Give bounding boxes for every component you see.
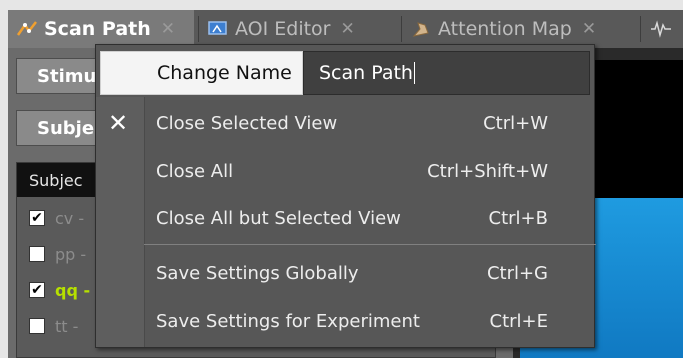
menu-item-shortcut: Ctrl+W: [483, 112, 548, 134]
app-window: Scan Path ✕ AOI Editor ✕ Attention Map ✕: [0, 0, 683, 358]
waveform-icon: [650, 19, 672, 39]
tab-label: Scan Path: [44, 18, 151, 40]
tab-scan-path[interactable]: Scan Path ✕: [8, 10, 194, 48]
checkbox[interactable]: ✔: [29, 210, 45, 226]
view-name-value: Scan Path: [319, 62, 413, 84]
menu-item-label: Close Selected View: [156, 112, 338, 134]
tab-aoi-editor[interactable]: AOI Editor ✕: [199, 10, 399, 48]
menu-item-close-all-but-selected[interactable]: Close All but Selected View Ctrl+B: [144, 196, 592, 240]
menu-separator: [144, 244, 596, 245]
tab-divider: [640, 16, 641, 42]
list-item[interactable]: tt -: [29, 311, 78, 341]
attention-map-icon: [410, 19, 432, 39]
checkbox[interactable]: [29, 318, 45, 334]
menu-item-label: Save Settings Globally: [156, 262, 359, 284]
close-icon[interactable]: ✕: [161, 19, 175, 39]
menu-item-label: Save Settings for Experiment: [156, 310, 420, 332]
menu-item-save-settings-globally[interactable]: Save Settings Globally Ctrl+G: [144, 251, 592, 295]
close-icon[interactable]: ✕: [341, 19, 355, 39]
subject-name: tt -: [55, 316, 79, 336]
subjects-label: Subje: [37, 117, 95, 139]
text-caret: [413, 62, 415, 84]
checkbox[interactable]: [29, 246, 45, 262]
change-name-label: Change Name: [100, 51, 303, 95]
menu-item-save-settings-experiment[interactable]: Save Settings for Experiment Ctrl+E: [144, 299, 592, 343]
tab-label: Attention Map: [438, 18, 572, 40]
menu-item-close-all[interactable]: Close All Ctrl+Shift+W: [144, 149, 592, 193]
tab-context-menu: Change Name Scan Path ✕ Close Selected V…: [95, 44, 596, 348]
menu-item-shortcut: Ctrl+G: [486, 262, 548, 284]
change-name-text: Change Name: [157, 62, 292, 84]
view-name-input[interactable]: Scan Path: [303, 51, 590, 95]
change-name-row: Change Name Scan Path: [100, 51, 590, 95]
tab-attention-map[interactable]: Attention Map ✕: [402, 10, 638, 48]
scan-path-icon: [16, 19, 38, 39]
subject-name: pp -: [55, 244, 87, 264]
subject-name: cv -: [55, 208, 85, 228]
menu-item-label: Close All but Selected View: [156, 207, 401, 229]
checkbox[interactable]: ✔: [29, 282, 45, 298]
menu-item-shortcut: Ctrl+Shift+W: [427, 160, 548, 182]
subject-name: qq -: [55, 280, 91, 300]
menu-item-shortcut: Ctrl+E: [489, 310, 548, 332]
close-icon[interactable]: ✕: [582, 19, 596, 39]
list-item[interactable]: ✔ cv -: [29, 203, 84, 233]
close-icon: ✕: [108, 109, 129, 137]
list-item[interactable]: pp -: [29, 239, 86, 269]
column-header: Subjec: [29, 170, 83, 190]
tab-bar: Scan Path ✕ AOI Editor ✕ Attention Map ✕: [8, 10, 683, 48]
tab-label: AOI Editor: [235, 18, 331, 40]
stimulus-label: Stimu: [37, 65, 97, 87]
menu-item-label: Close All: [156, 160, 234, 182]
menu-item-shortcut: Ctrl+B: [488, 207, 548, 229]
list-item[interactable]: ✔ qq -: [29, 275, 90, 305]
tab-overflow[interactable]: [644, 10, 683, 48]
menu-item-close-selected-view[interactable]: Close Selected View Ctrl+W: [144, 101, 592, 145]
aoi-editor-icon: [207, 19, 229, 39]
